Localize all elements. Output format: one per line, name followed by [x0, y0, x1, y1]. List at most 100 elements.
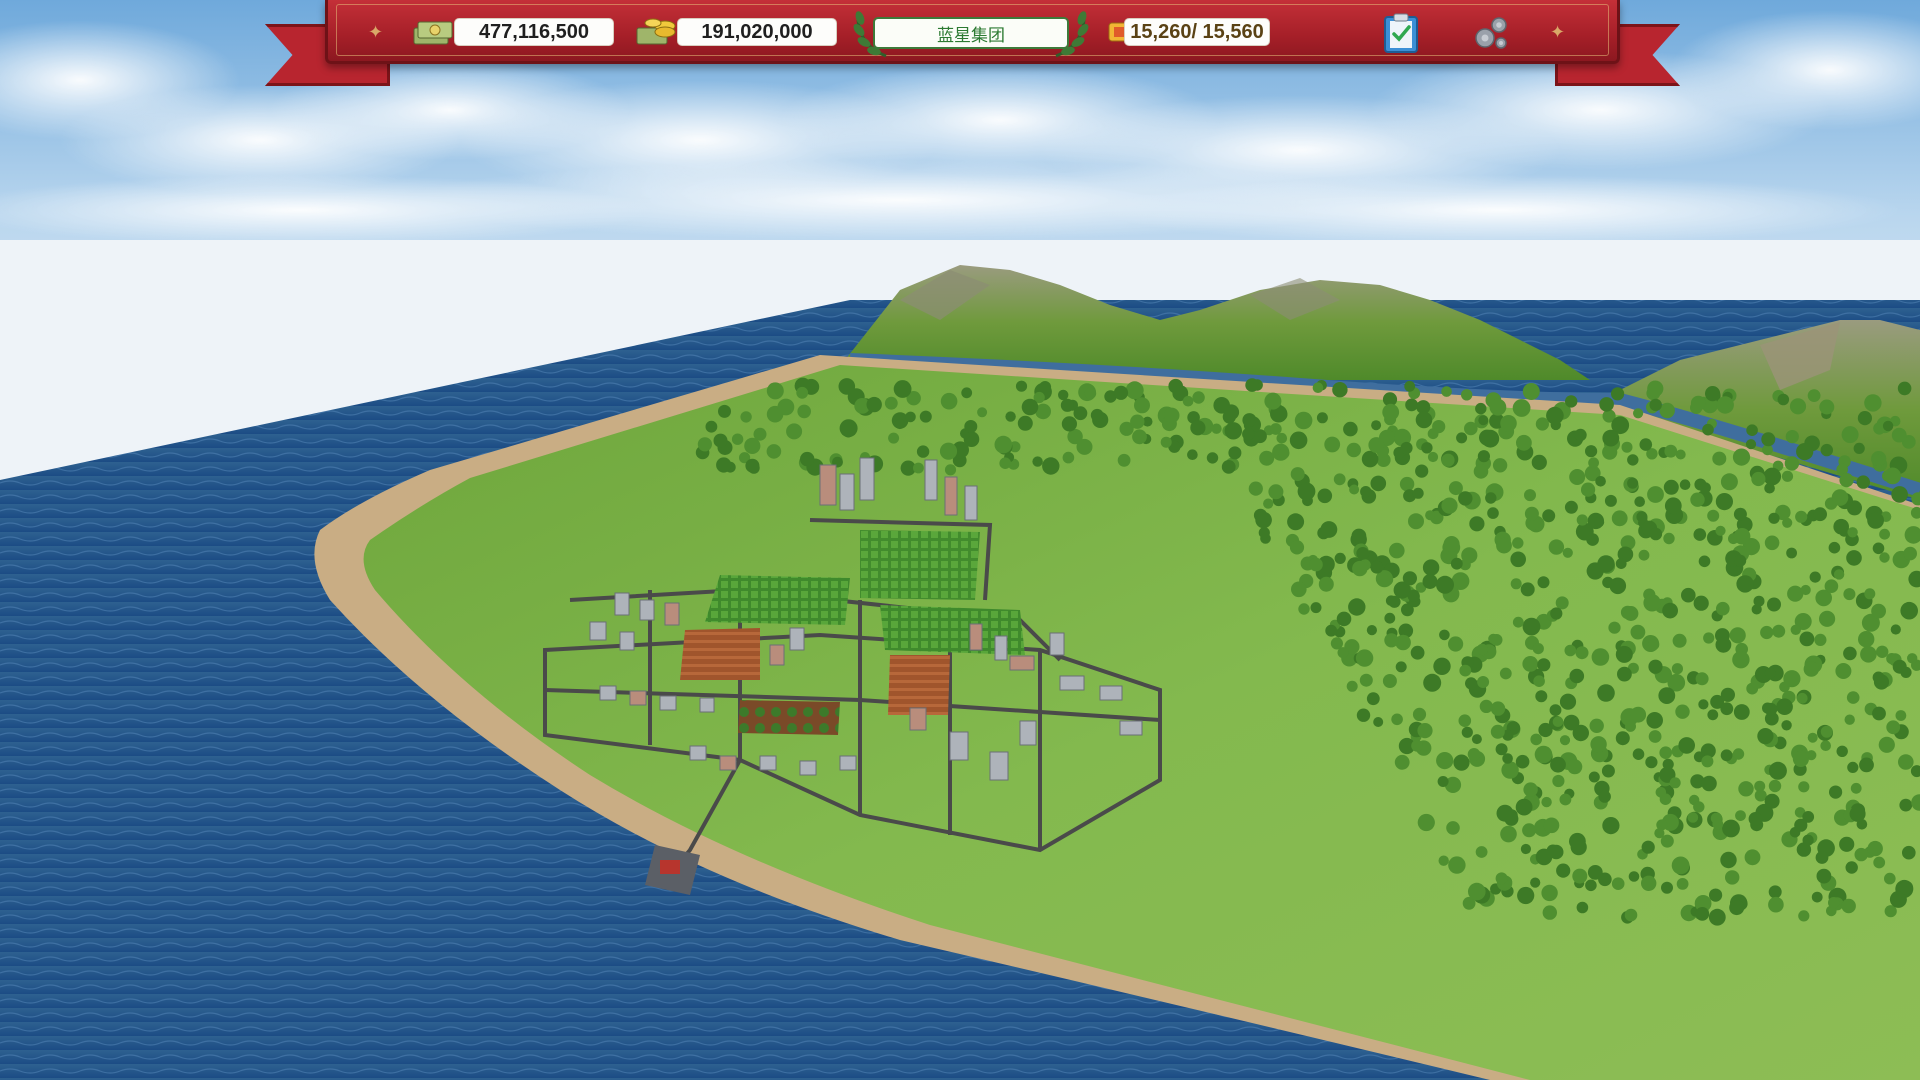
tree [1132, 429, 1147, 445]
building[interactable] [664, 602, 680, 626]
tree [1448, 636, 1464, 652]
tree [1632, 748, 1645, 760]
tree [1634, 496, 1645, 508]
building[interactable] [1019, 720, 1037, 746]
tree [697, 437, 713, 452]
tree [1604, 494, 1617, 507]
building[interactable] [689, 745, 707, 761]
building[interactable] [1049, 632, 1065, 656]
tree [1858, 631, 1875, 648]
building[interactable] [619, 631, 635, 651]
tree [1459, 664, 1472, 677]
tree [1768, 896, 1784, 913]
tree [1534, 745, 1553, 764]
tree [1798, 781, 1810, 793]
game-world-view[interactable] [0, 0, 1920, 1080]
building[interactable] [964, 485, 978, 521]
building[interactable] [909, 707, 927, 731]
tree [1439, 629, 1450, 641]
tree [1524, 506, 1539, 521]
tree [1473, 464, 1489, 479]
building[interactable] [789, 627, 805, 651]
tree [1630, 624, 1646, 640]
tree [1461, 389, 1473, 401]
tree [1839, 836, 1855, 852]
tree [1615, 731, 1630, 746]
tree [1206, 452, 1219, 464]
tree [1768, 761, 1787, 780]
tree [1871, 603, 1886, 619]
building[interactable] [839, 473, 855, 511]
tree [1768, 885, 1782, 899]
tree [1476, 643, 1489, 656]
building[interactable] [924, 459, 938, 501]
clipboard-check-icon[interactable] [1382, 12, 1420, 54]
tree [1017, 415, 1033, 431]
building[interactable] [989, 751, 1009, 781]
building[interactable] [944, 476, 958, 516]
building[interactable] [994, 635, 1008, 661]
tree [1427, 451, 1439, 463]
building[interactable] [819, 464, 837, 506]
building[interactable] [799, 760, 817, 776]
tree [1764, 482, 1775, 494]
tree [1564, 644, 1577, 657]
tree [1846, 691, 1860, 704]
tree [1450, 557, 1463, 570]
building[interactable] [759, 755, 777, 771]
tree [1039, 381, 1052, 393]
building[interactable] [629, 690, 647, 706]
tree [1835, 663, 1852, 679]
tree [1477, 676, 1490, 688]
building[interactable] [769, 644, 785, 666]
building[interactable] [1099, 685, 1123, 701]
tree [999, 457, 1011, 470]
tree [1707, 509, 1720, 522]
tree [1332, 382, 1348, 398]
building[interactable] [859, 457, 875, 501]
building[interactable] [1009, 655, 1035, 671]
tree [1639, 438, 1653, 451]
tree [1716, 396, 1734, 414]
tree [1860, 646, 1877, 663]
tree [1510, 551, 1526, 568]
tree [1532, 643, 1544, 655]
building[interactable] [1119, 720, 1143, 736]
building[interactable] [614, 592, 630, 616]
tree [1795, 510, 1808, 523]
tree [1325, 624, 1338, 637]
building[interactable] [949, 731, 969, 761]
building[interactable] [599, 685, 617, 701]
gear-icon[interactable] [1470, 12, 1512, 54]
tree [1499, 667, 1512, 680]
tree [766, 444, 782, 459]
tree [1669, 777, 1681, 789]
tree [1490, 701, 1506, 716]
building[interactable] [659, 695, 677, 711]
building[interactable] [839, 755, 857, 771]
tree [1753, 595, 1765, 607]
tree [1884, 872, 1896, 885]
building[interactable] [719, 755, 737, 771]
tree [1594, 517, 1605, 528]
tree [1872, 542, 1885, 555]
building[interactable] [699, 697, 715, 713]
building[interactable] [589, 621, 607, 641]
tree [1648, 659, 1663, 674]
tree [1732, 448, 1751, 466]
company-name-plate[interactable]: 蓝星集团 [873, 17, 1069, 49]
tree [1485, 492, 1497, 504]
tree [1785, 430, 1799, 444]
tree [1859, 757, 1874, 773]
building[interactable] [1059, 675, 1085, 691]
tree [1611, 387, 1625, 401]
tree [1787, 585, 1804, 602]
tree [1522, 617, 1541, 636]
building[interactable] [639, 599, 655, 621]
tree [1570, 839, 1587, 856]
tree [1627, 477, 1639, 489]
tree [1899, 798, 1913, 812]
building[interactable] [969, 623, 983, 651]
tree [1552, 774, 1565, 788]
tree [1333, 473, 1346, 486]
